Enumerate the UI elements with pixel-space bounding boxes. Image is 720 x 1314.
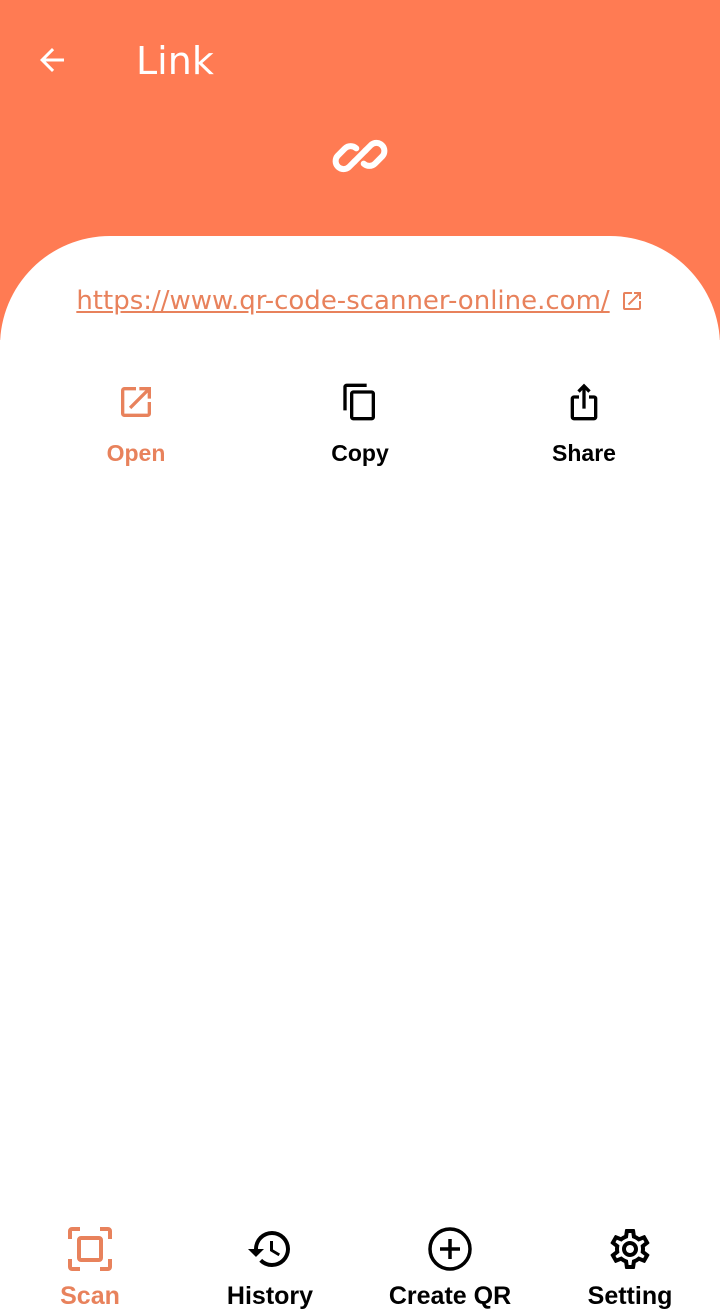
share-label: Share bbox=[552, 440, 616, 466]
share-icon bbox=[562, 380, 606, 424]
nav-history[interactable]: History bbox=[190, 1224, 350, 1314]
open-label: Open bbox=[106, 440, 166, 466]
nav-setting-label: Setting bbox=[587, 1282, 673, 1310]
nav-setting[interactable]: Setting bbox=[550, 1224, 710, 1314]
nav-create-qr[interactable]: Create QR bbox=[370, 1224, 530, 1314]
url-row[interactable]: https://www.qr-code-scanner-online.com/ bbox=[0, 284, 720, 318]
copy-button[interactable]: Copy bbox=[280, 380, 440, 480]
back-button[interactable] bbox=[28, 36, 76, 84]
nav-scan-label: Scan bbox=[60, 1282, 120, 1310]
link-icon bbox=[328, 124, 392, 188]
arrow-left-icon bbox=[40, 48, 64, 72]
url-link[interactable]: https://www.qr-code-scanner-online.com/ bbox=[76, 286, 609, 316]
add-circle-icon bbox=[425, 1224, 475, 1274]
open-external-icon bbox=[114, 380, 158, 424]
nav-create-qr-label: Create QR bbox=[388, 1282, 512, 1310]
nav-scan[interactable]: Scan bbox=[10, 1224, 170, 1314]
nav-history-label: History bbox=[226, 1282, 314, 1310]
copy-icon bbox=[338, 380, 382, 424]
open-external-icon[interactable] bbox=[620, 289, 644, 313]
open-button[interactable]: Open bbox=[56, 380, 216, 480]
scan-icon bbox=[65, 1224, 115, 1274]
bottom-navigation: Scan History Create QR Setting bbox=[0, 1214, 720, 1314]
history-icon bbox=[245, 1224, 295, 1274]
share-button[interactable]: Share bbox=[504, 380, 664, 480]
page-title: Link bbox=[136, 39, 214, 83]
copy-label: Copy bbox=[331, 440, 389, 466]
gear-icon bbox=[605, 1224, 655, 1274]
